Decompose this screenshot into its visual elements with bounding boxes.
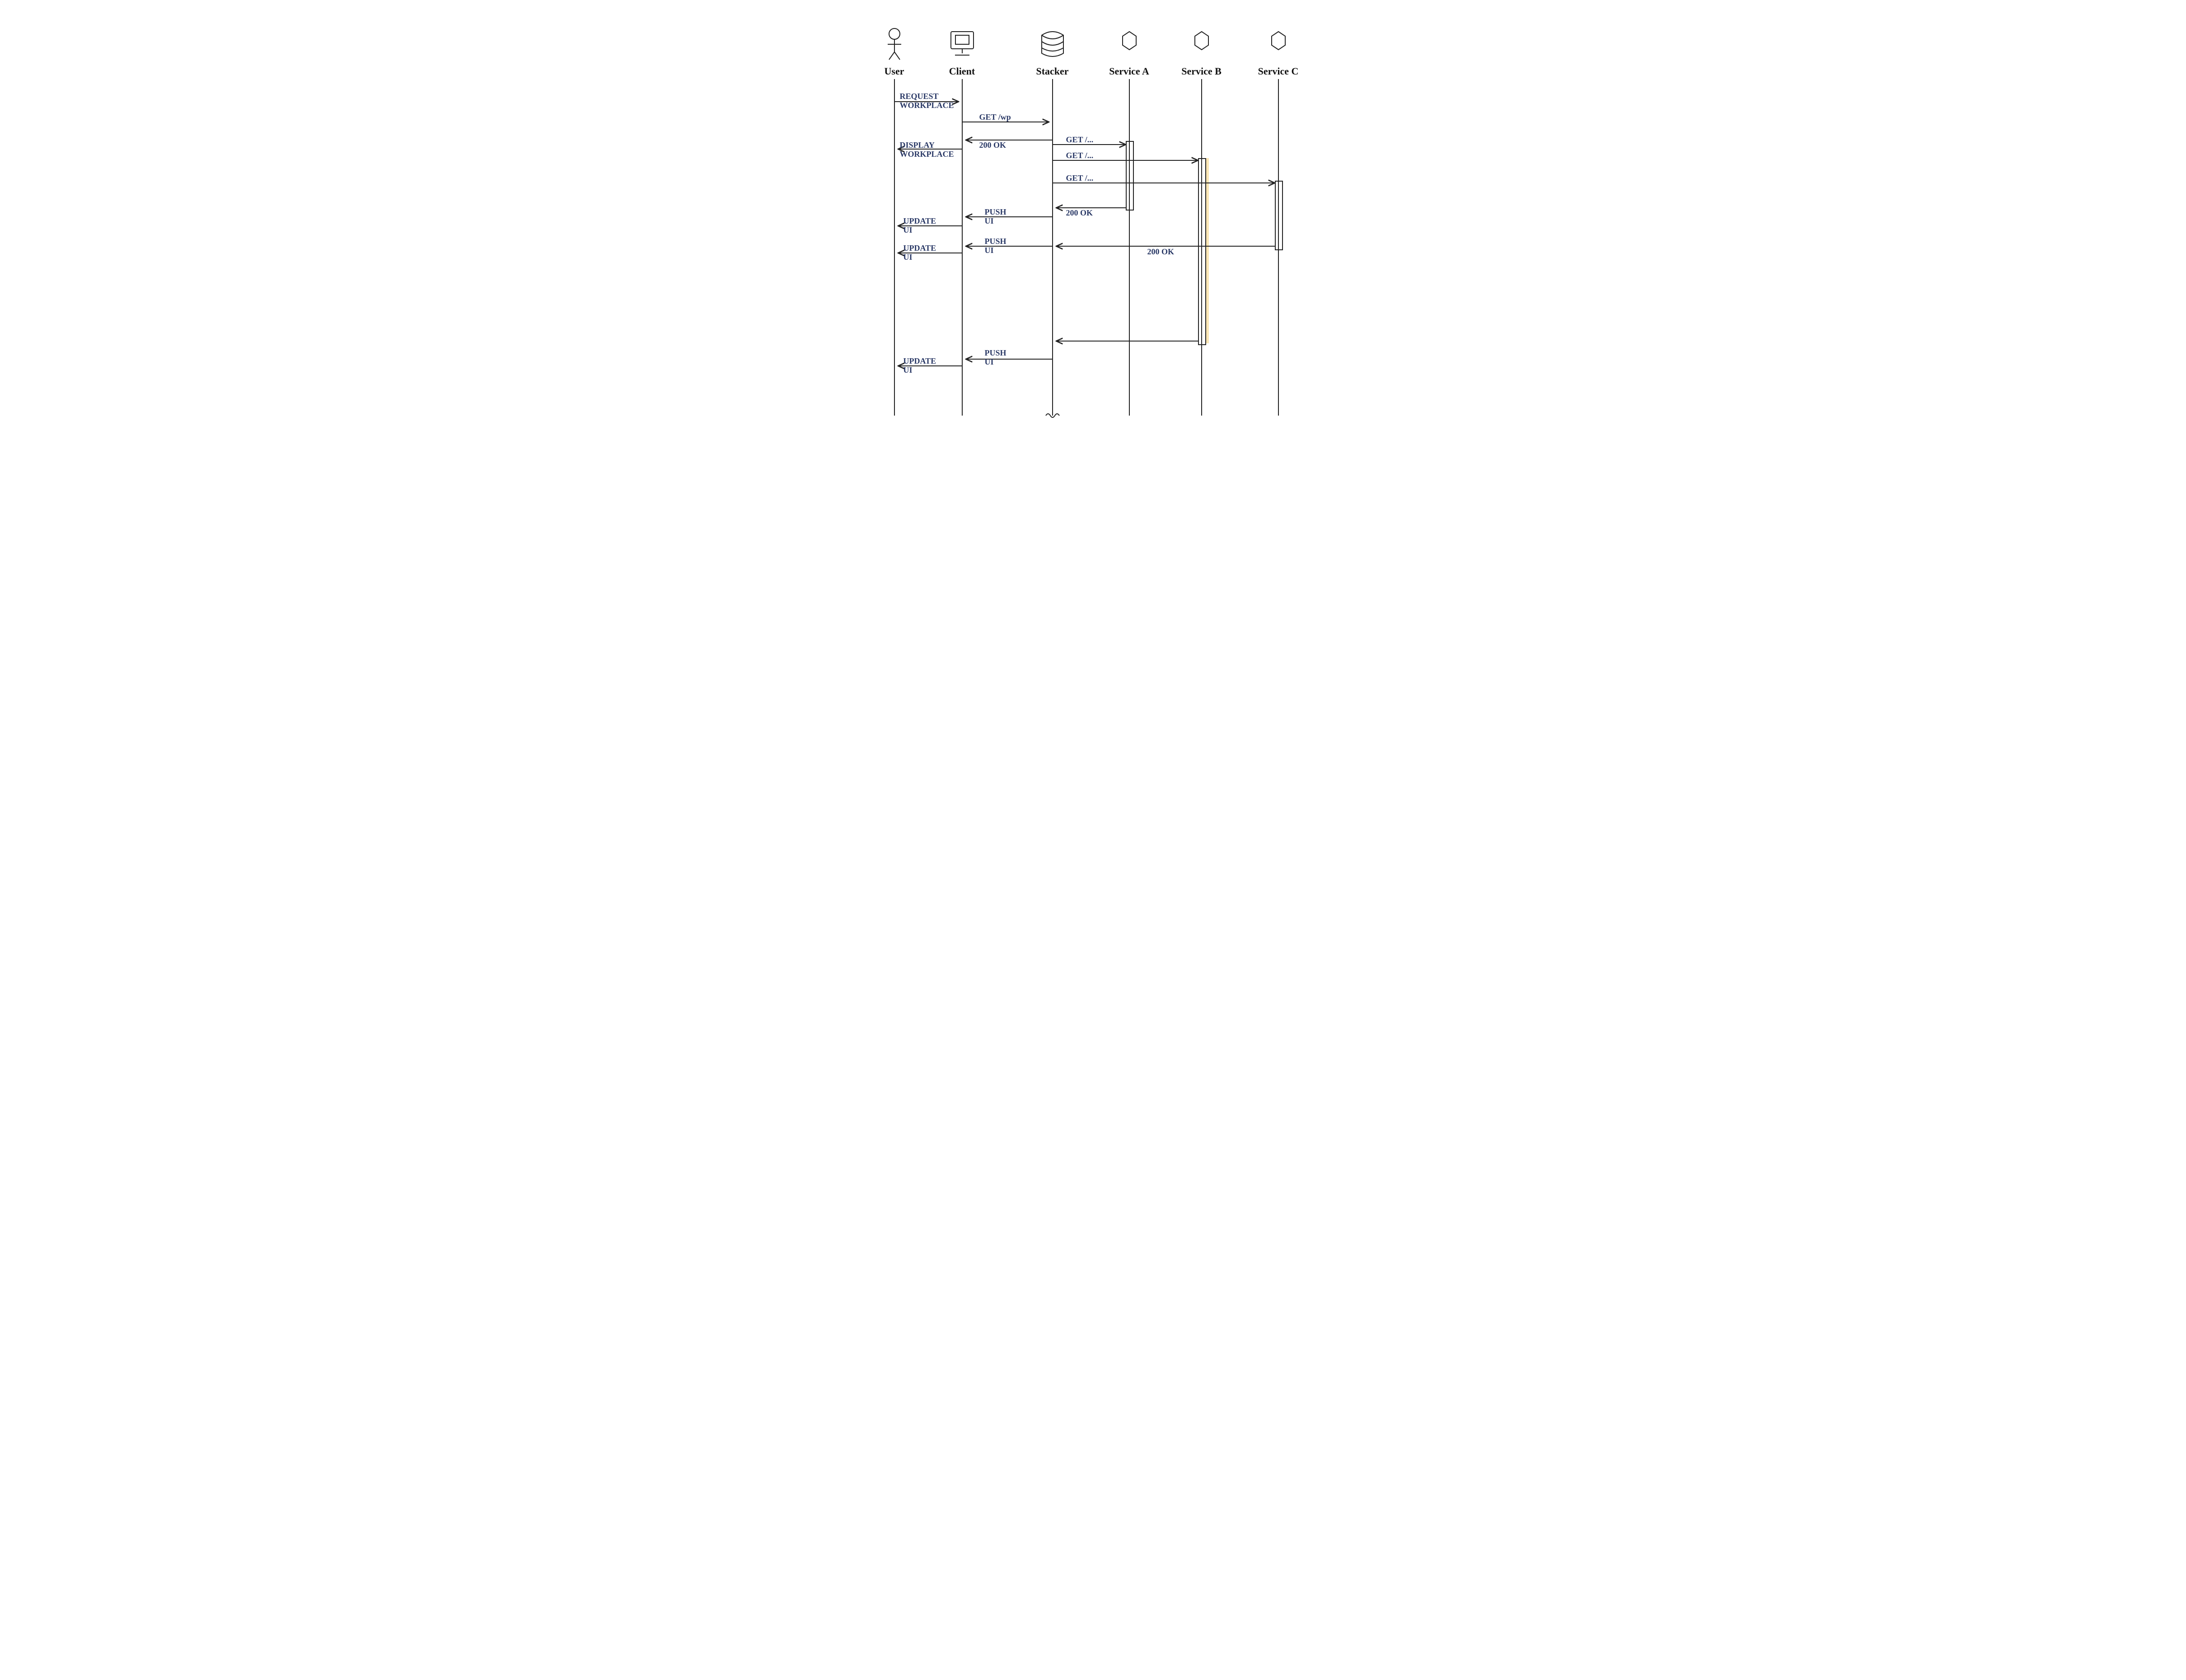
label-200-ok-a: 200 OK [1066, 209, 1093, 218]
label-200-ok-c: 200 OK [1147, 248, 1175, 257]
actor-label-stacker: Stacker [1036, 66, 1068, 77]
label-get-b: GET /... [1066, 151, 1094, 160]
label-push-ui-3: PUSH UI [985, 349, 1006, 367]
actor-label-client: Client [949, 66, 975, 77]
label-get-wp: GET /wp [979, 113, 1011, 122]
label-200-ok-wp: 200 OK [979, 141, 1006, 150]
service-b-icon [1195, 32, 1208, 50]
sequence-diagram: User Client Stacker Service A Service B … [813, 0, 1373, 434]
service-c-icon [1272, 32, 1285, 50]
user-icon [888, 28, 901, 60]
label-update-ui-1: UPDATE UI [903, 217, 936, 235]
label-update-ui-2: UPDATE UI [903, 244, 936, 262]
actor-label-service-b: Service B [1181, 66, 1222, 77]
label-push-ui-1: PUSH UI [985, 208, 1006, 226]
label-request-workplace: REQUEST WORKPLACE [900, 92, 954, 110]
client-icon [951, 32, 974, 55]
label-display-workplace: DISPLAY WORKPLACE [900, 141, 954, 159]
actor-label-user: User [885, 66, 904, 77]
label-update-ui-3: UPDATE UI [903, 357, 936, 375]
label-get-a: GET /... [1066, 136, 1094, 145]
stacker-icon [1042, 32, 1063, 56]
actor-label-service-c: Service C [1258, 66, 1299, 77]
service-a-icon [1123, 32, 1136, 50]
label-push-ui-2: PUSH UI [985, 237, 1006, 255]
label-get-c: GET /... [1066, 174, 1094, 183]
actor-label-service-a: Service A [1109, 66, 1149, 77]
